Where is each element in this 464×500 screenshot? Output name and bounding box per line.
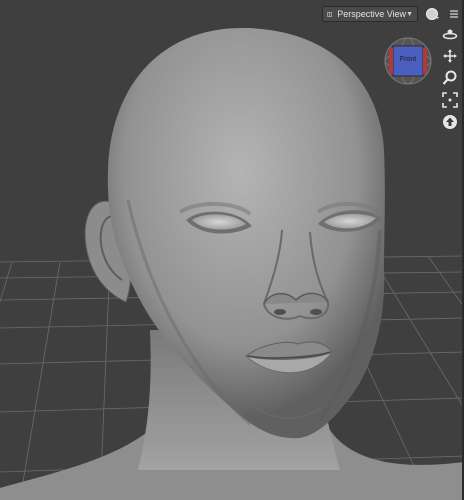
- cube-face-label: Front: [399, 56, 417, 63]
- camera-icon: [327, 11, 332, 17]
- viewport-toolbar: Perspective View ▼: [322, 6, 460, 22]
- zoom-tool[interactable]: [441, 70, 459, 86]
- viewport-menu-button[interactable]: [448, 6, 460, 22]
- pan-tool[interactable]: [441, 48, 459, 64]
- orbit-icon: [442, 29, 458, 40]
- orbit-tool[interactable]: [441, 26, 459, 42]
- zoom-icon: [442, 70, 457, 85]
- pan-icon: [443, 49, 457, 63]
- chevron-down-icon: ▼: [406, 10, 413, 18]
- home-tool[interactable]: [441, 114, 459, 130]
- frame-tool[interactable]: [441, 92, 459, 108]
- sphere-shading-icon: [426, 8, 439, 20]
- 3d-viewport[interactable]: Perspective View ▼ Front: [0, 0, 464, 500]
- home-icon: [443, 115, 457, 129]
- navigation-tools: [441, 26, 459, 130]
- view-select[interactable]: Perspective View ▼: [322, 6, 418, 22]
- frame-icon: [442, 92, 458, 108]
- view-cube[interactable]: Front: [383, 36, 433, 86]
- view-select-label: Perspective View: [337, 9, 407, 19]
- hamburger-menu-icon: [450, 10, 458, 18]
- draw-style-button[interactable]: [424, 6, 442, 22]
